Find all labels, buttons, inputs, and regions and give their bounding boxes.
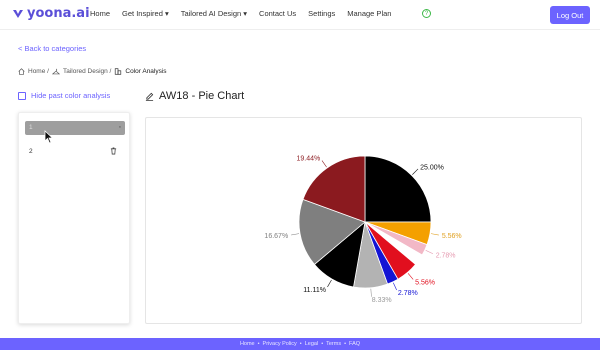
pie-label-leader	[393, 282, 397, 291]
page-title: AW18 - Pie Chart	[145, 90, 244, 102]
pie-slice-label: 8.33%	[372, 297, 392, 304]
footer-faq-link[interactable]: FAQ	[349, 341, 360, 347]
back-to-categories-link[interactable]: < Back to categories	[18, 44, 86, 53]
nav-manage-plan[interactable]: Manage Plan	[347, 9, 391, 18]
pie-label-leader	[291, 233, 300, 236]
footer-separator: •	[321, 341, 324, 347]
list-item[interactable]: 2	[25, 145, 125, 159]
footer-home-link[interactable]: Home	[240, 341, 255, 347]
footer-legal-link[interactable]: Legal	[305, 341, 318, 347]
footer-privacy-link[interactable]: Privacy Policy	[263, 341, 297, 347]
list-item[interactable]: 1 ▪	[25, 121, 125, 135]
footer-separator: •	[299, 341, 302, 347]
logo-text: yoona.ai	[27, 6, 90, 21]
hide-past-color-analysis-label: Hide past color analysis	[31, 91, 111, 100]
logout-button[interactable]: Log Out	[550, 6, 590, 24]
pie-slice-label: 25.00%	[420, 164, 444, 171]
breadcrumb-tailored-design[interactable]: Tailored Design /	[63, 68, 111, 75]
edit-icon[interactable]	[145, 92, 154, 101]
pie-slice-label: 2.78%	[436, 252, 456, 259]
past-analysis-list: 1 ▪ 2	[18, 112, 130, 324]
footer-terms-link[interactable]: Terms	[326, 341, 341, 347]
trash-icon[interactable]	[110, 147, 117, 155]
logo[interactable]: yoona.ai	[12, 6, 90, 21]
pie-label-leader	[370, 288, 372, 297]
footer: Home • Privacy Policy • Legal • Terms • …	[0, 338, 600, 350]
hide-past-color-analysis-link[interactable]: Hide past color analysis	[18, 91, 110, 100]
pie-slice-label: 19.44%	[297, 156, 321, 163]
pie-label-leader	[425, 250, 434, 254]
list-item-label: 1	[29, 124, 33, 131]
pie-slice-label: 5.56%	[415, 279, 435, 286]
nav-contact-us[interactable]: Contact Us	[259, 9, 296, 18]
trash-icon[interactable]: ▪	[119, 124, 121, 131]
pie-chart-panel: 25.00% 5.56% 2.78% 5.56% 2.78% 8.33% 11.11% 16.…	[145, 117, 582, 324]
footer-separator: •	[344, 341, 347, 347]
pie-label-leader	[412, 168, 419, 175]
breadcrumb-color-analysis: Color Analysis	[125, 68, 167, 75]
top-navigation-bar: yoona.ai Home Get Inspired ▾ Tailored AI…	[0, 0, 600, 30]
mouse-cursor-icon	[44, 130, 54, 144]
pie-label-leader	[327, 279, 332, 288]
collapse-icon	[18, 91, 26, 100]
nav-settings[interactable]: Settings	[308, 9, 335, 18]
home-icon	[18, 68, 25, 75]
pie-label-leader	[407, 273, 414, 280]
help-icon[interactable]: ?	[422, 9, 431, 18]
page-title-text: AW18 - Pie Chart	[159, 90, 245, 102]
pie-label-leader	[321, 160, 327, 168]
nav-tailored-ai-design[interactable]: Tailored AI Design ▾	[181, 9, 247, 18]
footer-separator: •	[257, 341, 260, 347]
nav-get-inspired[interactable]: Get Inspired ▾	[122, 9, 169, 18]
breadcrumb: Home / Tailored Design / Color Analysis	[18, 68, 167, 75]
nav-home[interactable]: Home	[90, 9, 110, 18]
pie-slice-label: 5.56%	[442, 233, 462, 240]
list-item-label: 2	[29, 148, 33, 155]
main-nav: Home Get Inspired ▾ Tailored AI Design ▾…	[90, 9, 391, 18]
pie-chart: 25.00% 5.56% 2.78% 5.56% 2.78% 8.33% 11.11% 16.…	[264, 155, 462, 304]
breadcrumb-home[interactable]: Home /	[28, 68, 49, 75]
pie-slice-label: 16.67%	[264, 233, 288, 240]
pie-label-leader	[430, 233, 439, 236]
pie-slice-label: 11.11%	[303, 287, 326, 294]
logo-icon	[13, 9, 23, 18]
hanger-icon	[51, 68, 60, 75]
pie-slice-label: 2.78%	[398, 290, 418, 297]
palette-icon	[115, 68, 122, 75]
